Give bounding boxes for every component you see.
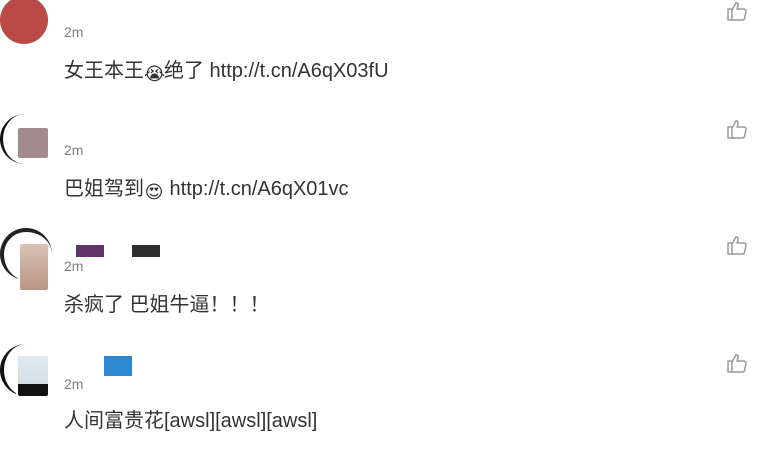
comment-item: 2m 杀疯了 巴姐牛逼！！！ [0,228,758,352]
redaction-block [132,245,160,257]
avatar[interactable] [20,244,48,290]
comment-text: 女王本王😭绝了 http://t.cn/A6qX03fU [64,54,389,84]
comment-item: 2m 人间富贵花[awsl][awsl][awsl] [0,344,758,468]
thumbs-up-icon [727,2,747,21]
comment-text: 巴姐驾到😍 http://t.cn/A6qX01vc [64,172,349,202]
comment-item: 2m 女王本王😭绝了 http://t.cn/A6qX03fU [0,0,758,118]
comment-text-start: 巴姐驾到 [64,178,144,200]
like-button[interactable] [726,0,748,22]
redaction-block [76,245,104,257]
comment-time: 2m [64,24,84,40]
comment-text-start: 杀疯了 巴姐牛逼！！！ [64,294,270,316]
comment-text-end[interactable]: 绝了 http://t.cn/A6qX03fU [164,60,389,82]
heart-eyes-emoji-icon: 😍 [144,182,164,202]
crying-emoji-icon: 😭 [144,64,166,84]
comment-time: 2m [64,142,84,158]
comment-time: 2m [64,376,84,392]
thumbs-up-icon [727,354,747,373]
avatar[interactable] [18,356,48,396]
comment-text-start: 女王本王 [64,60,144,82]
comment-item: 2m 巴姐驾到😍 http://t.cn/A6qX01vc [0,114,758,236]
thumbs-up-icon [727,236,747,255]
like-button[interactable] [726,234,748,256]
like-button[interactable] [726,118,748,140]
like-button[interactable] [726,352,748,374]
comment-time: 2m [64,258,84,274]
comment-text-end[interactable]: http://t.cn/A6qX01vc [164,178,349,200]
comment-text-start: 人间富贵花[awsl][awsl][awsl] [64,410,318,432]
comment-text: 杀疯了 巴姐牛逼！！！ [64,288,270,317]
thumbs-up-icon [727,120,747,139]
avatar[interactable] [18,128,48,158]
redaction-block [104,356,132,376]
avatar[interactable] [0,0,48,44]
comment-text: 人间富贵花[awsl][awsl][awsl] [64,404,317,433]
